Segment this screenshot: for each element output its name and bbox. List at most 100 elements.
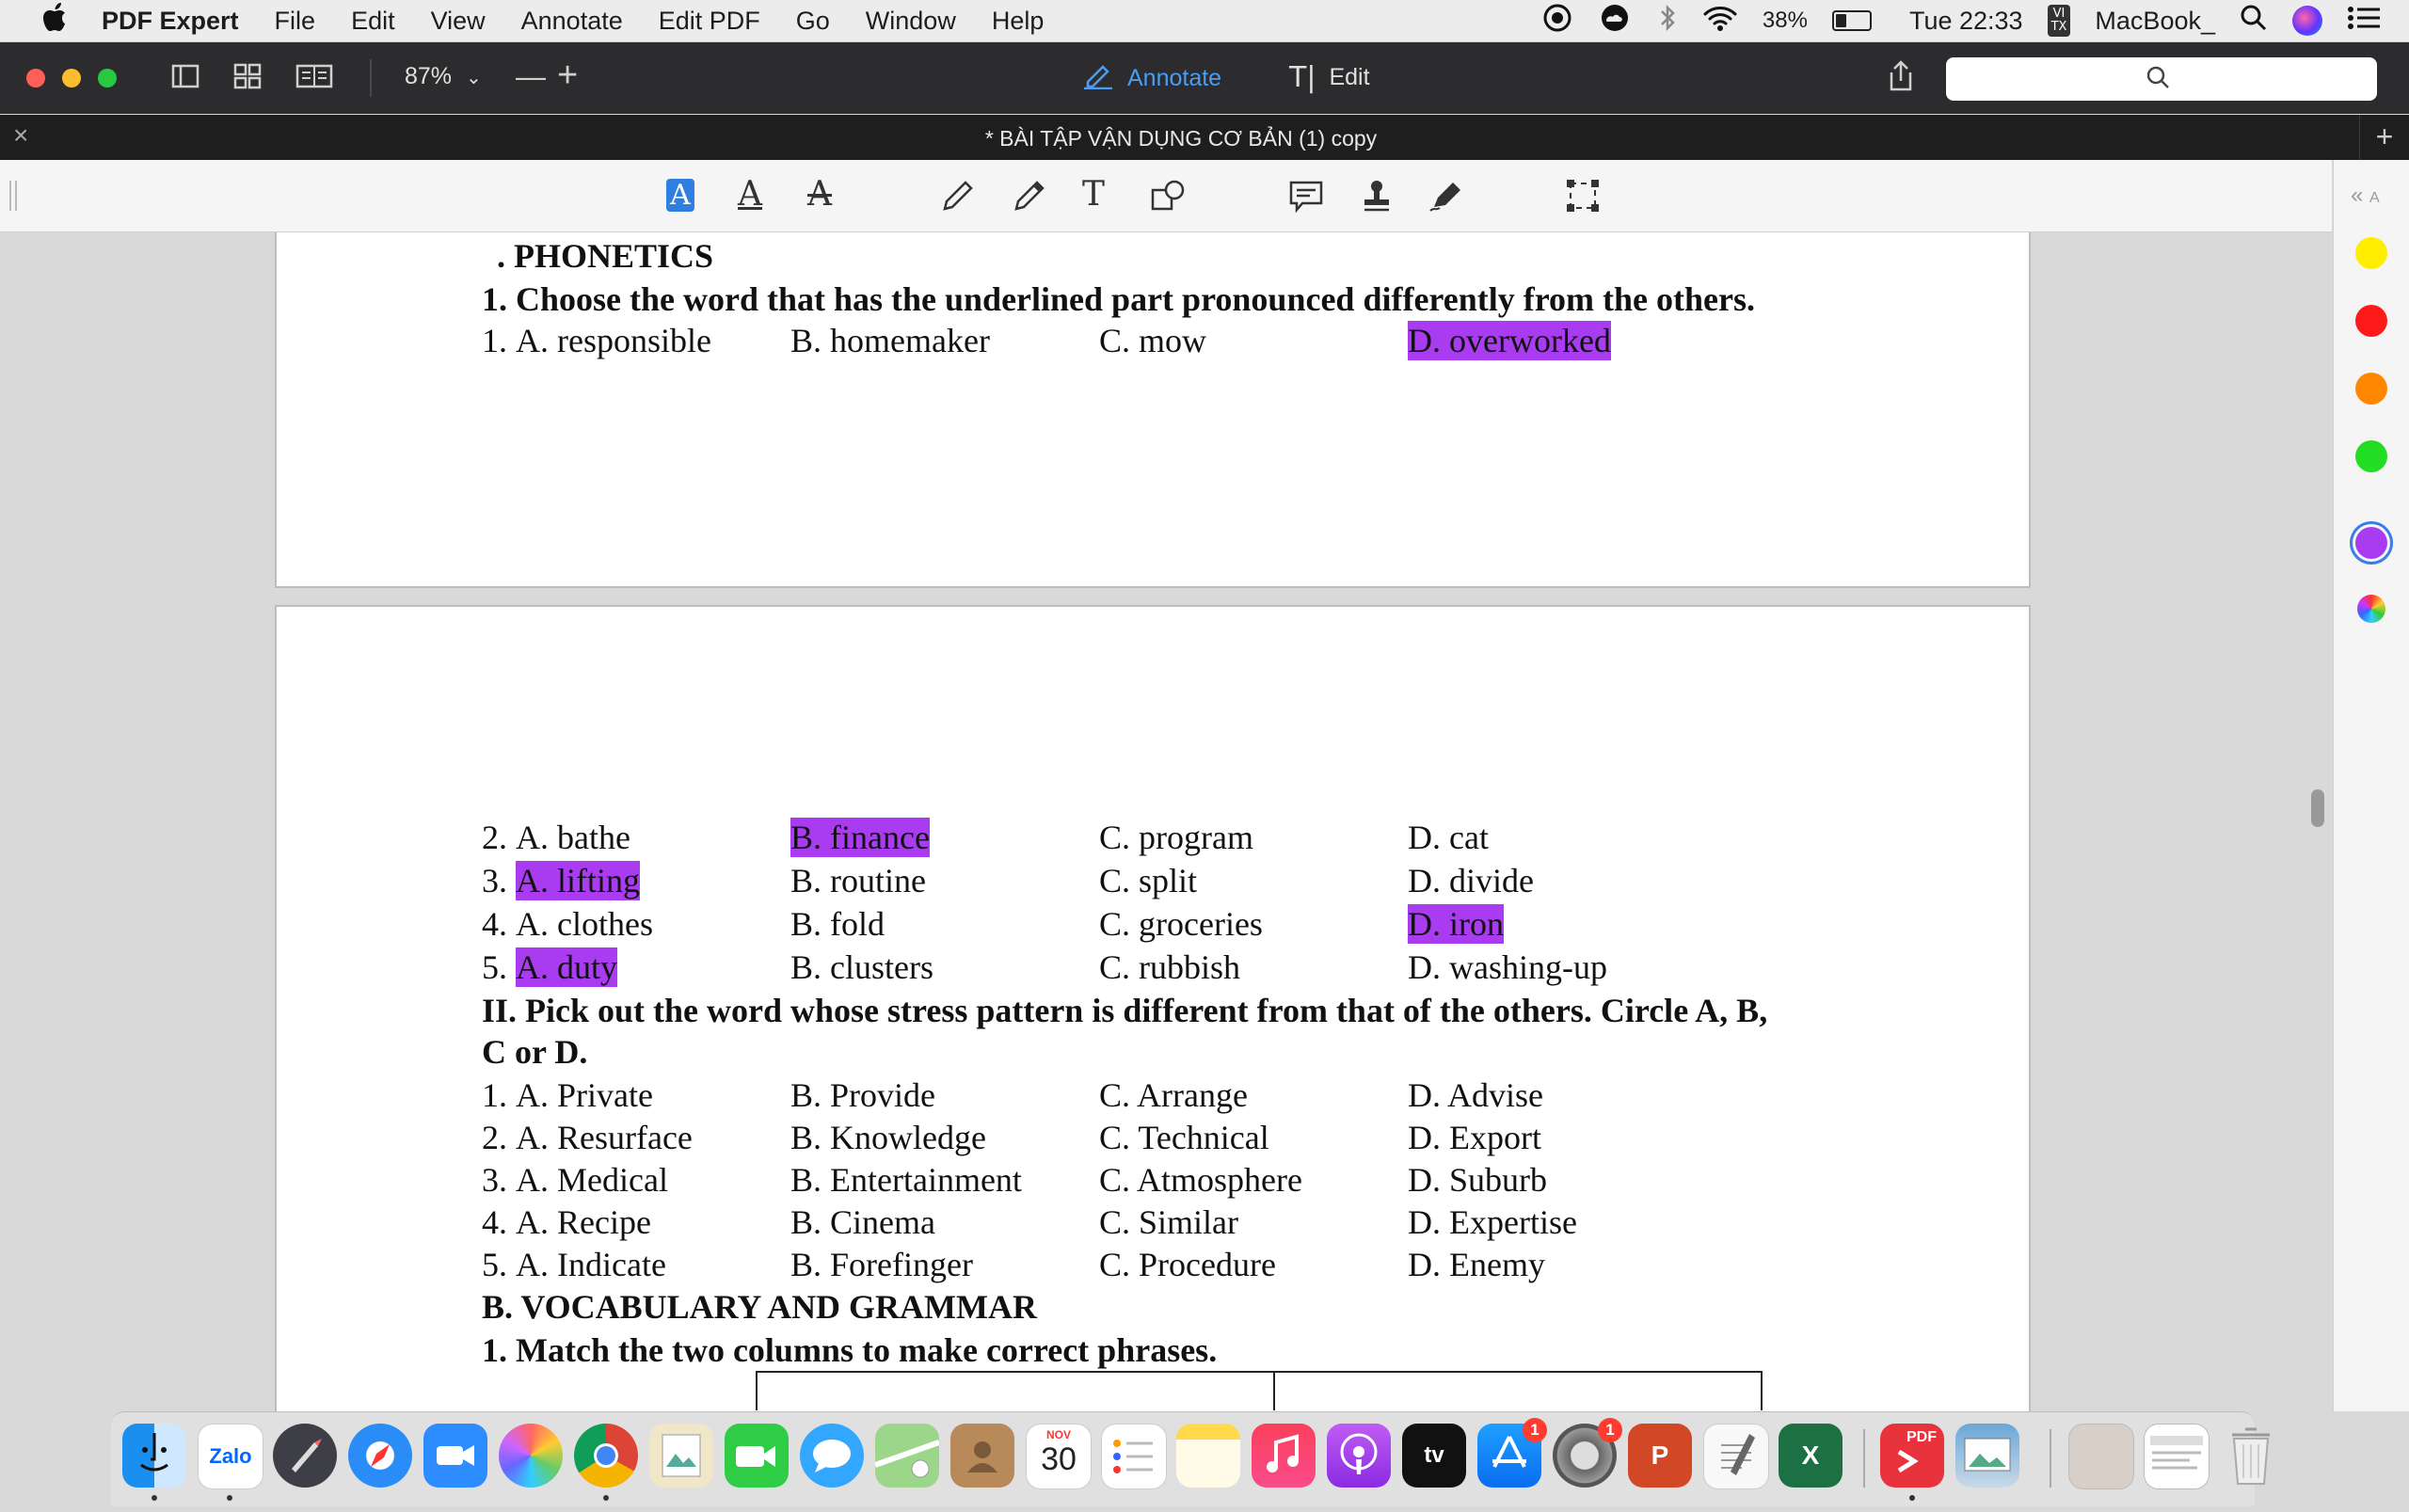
q1-option-c[interactable]: C. mow <box>1099 321 1206 360</box>
stress-q1-option-b[interactable]: B. Provide <box>790 1075 935 1115</box>
note-icon[interactable] <box>1289 181 1323 221</box>
vertical-scrollbar[interactable] <box>2311 789 2324 827</box>
q2-option-a[interactable]: A. bathe <box>516 818 630 857</box>
pencil-icon[interactable] <box>941 179 975 221</box>
stress-q1-option-c[interactable]: C. Arrange <box>1099 1075 1248 1115</box>
dock-pdf-expert-icon[interactable]: PDF <box>1880 1424 1944 1488</box>
zoom-in-button[interactable]: + <box>557 56 578 96</box>
dock-chrome-icon[interactable] <box>574 1424 638 1488</box>
dock-downloads-stack-icon[interactable] <box>2144 1424 2210 1489</box>
stress-q2-option-b[interactable]: B. Knowledge <box>790 1118 986 1157</box>
stress-q3-option-a[interactable]: A. Medical <box>516 1160 668 1200</box>
q3-option-b[interactable]: B. routine <box>790 861 926 900</box>
custom-color-icon[interactable] <box>2357 595 2385 623</box>
menu-file[interactable]: File <box>275 7 316 36</box>
dock-tv-icon[interactable]: tv <box>1402 1424 1466 1488</box>
area-select-icon[interactable] <box>1566 179 1600 221</box>
q4-option-b[interactable]: B. fold <box>790 904 885 944</box>
user-menu[interactable]: MacBook_ <box>2095 7 2215 36</box>
stress-q2-option-a[interactable]: A. Resurface <box>516 1118 693 1157</box>
stress-q3-option-c[interactable]: C. Atmosphere <box>1099 1160 1302 1200</box>
menu-go[interactable]: Go <box>796 7 830 36</box>
bluetooth-icon[interactable] <box>1657 4 1678 39</box>
text-underline-icon[interactable]: A <box>738 175 762 214</box>
q1-option-a[interactable]: A. responsible <box>516 321 711 360</box>
dock-preview-icon[interactable] <box>649 1424 713 1488</box>
dock-maps-icon[interactable] <box>874 1424 940 1488</box>
spotlight-search-icon[interactable] <box>2240 4 2268 39</box>
eraser-icon[interactable] <box>1013 179 1046 221</box>
edit-mode-button[interactable]: T| Edit <box>1289 61 1370 94</box>
stress-q3-option-d[interactable]: D. Suburb <box>1408 1160 1547 1200</box>
stamp-icon[interactable] <box>1361 179 1393 221</box>
dock-calendar-icon[interactable]: NOV 30 <box>1026 1424 1092 1489</box>
q5-option-d[interactable]: D. washing-up <box>1408 947 1607 987</box>
dock-zalo-icon[interactable]: Zalo <box>198 1424 263 1489</box>
creative-cloud-icon[interactable] <box>1597 3 1633 40</box>
dock-reminders-icon[interactable] <box>1101 1424 1167 1489</box>
q4-option-a[interactable]: A. clothes <box>516 904 653 944</box>
dock-excel-icon[interactable]: X <box>1779 1424 1843 1488</box>
color-swatch-yellow[interactable] <box>2355 237 2387 269</box>
text-tool-icon[interactable]: T <box>1082 175 1105 214</box>
dock-safari-icon[interactable] <box>348 1424 412 1488</box>
notification-center-icon[interactable] <box>2347 4 2381 39</box>
dock-facetime-icon[interactable] <box>725 1424 789 1488</box>
battery-icon[interactable] <box>1831 10 1872 31</box>
stress-q2-option-d[interactable]: D. Export <box>1408 1118 1541 1157</box>
q3-option-d[interactable]: D. divide <box>1408 861 1534 900</box>
dock-messages-icon[interactable] <box>800 1424 864 1488</box>
dock-finder-icon[interactable] <box>122 1424 186 1488</box>
stress-q1-option-d[interactable]: D. Advise <box>1408 1075 1543 1115</box>
stress-q4-option-a[interactable]: A. Recipe <box>516 1202 651 1242</box>
apple-menu-icon[interactable] <box>38 2 75 40</box>
dock-launchpad-icon[interactable] <box>273 1424 337 1488</box>
dock-powerpoint-icon[interactable]: P <box>1628 1424 1692 1488</box>
stress-q4-option-d[interactable]: D. Expertise <box>1408 1202 1577 1242</box>
menu-annotate[interactable]: Annotate <box>521 7 623 36</box>
minimize-window-button[interactable] <box>62 69 81 88</box>
dock-contacts-icon[interactable] <box>950 1424 1014 1488</box>
q4-option-c[interactable]: C. groceries <box>1099 904 1263 944</box>
dock-music-icon[interactable] <box>1252 1424 1316 1488</box>
shapes-icon[interactable] <box>1150 179 1188 221</box>
new-tab-button[interactable]: + <box>2359 115 2409 160</box>
document-tab-title[interactable]: * BÀI TẬP VẬN DỤNG CƠ BẢN (1) copy <box>0 126 2362 151</box>
q5-option-b[interactable]: B. clusters <box>790 947 933 987</box>
dock-textedit-icon[interactable] <box>1703 1424 1769 1489</box>
dock-trash-icon[interactable] <box>2219 1424 2283 1488</box>
stress-q2-option-c[interactable]: C. Technical <box>1099 1118 1269 1157</box>
text-highlight-icon[interactable]: A <box>666 179 694 212</box>
q5-option-a-highlighted[interactable]: A. duty <box>516 947 617 987</box>
stress-q5-option-b[interactable]: B. Forefinger <box>790 1245 973 1284</box>
reader-view-icon[interactable] <box>295 63 333 96</box>
q2-option-c[interactable]: C. program <box>1099 818 1253 857</box>
share-icon[interactable] <box>1888 59 1914 100</box>
wifi-icon[interactable] <box>1702 4 1738 39</box>
document-viewport[interactable]: . PHONETICS 1. Choose the word that has … <box>0 232 2332 1411</box>
input-source-icon[interactable]: VI TX <box>2047 5 2071 37</box>
dock-notes-icon[interactable] <box>1176 1424 1240 1488</box>
dock-zoom-icon[interactable] <box>423 1424 487 1488</box>
stress-q3-option-b[interactable]: B. Entertainment <box>790 1160 1022 1200</box>
q1-option-b[interactable]: B. homemaker <box>790 321 990 360</box>
menu-app-name[interactable]: PDF Expert <box>102 7 239 36</box>
dock-documents-stack-icon[interactable] <box>2068 1424 2134 1489</box>
color-swatch-green[interactable] <box>2355 440 2387 472</box>
sidebar-toggle-icon[interactable] <box>171 63 199 96</box>
collapse-panel-icon[interactable]: « A <box>2351 183 2380 209</box>
menu-edit[interactable]: Edit <box>351 7 395 36</box>
menu-view[interactable]: View <box>431 7 486 36</box>
q2-option-b-highlighted[interactable]: B. finance <box>790 818 930 857</box>
stress-q4-option-b[interactable]: B. Cinema <box>790 1202 935 1242</box>
q5-option-c[interactable]: C. rubbish <box>1099 947 1240 987</box>
panel-handle-icon[interactable] <box>9 181 17 211</box>
stress-q1-option-a[interactable]: A. Private <box>516 1075 653 1115</box>
close-window-button[interactable] <box>26 69 45 88</box>
signature-icon[interactable] <box>1428 179 1464 221</box>
stress-q5-option-a[interactable]: A. Indicate <box>516 1245 666 1284</box>
q1-option-d-highlighted[interactable]: D. overworked <box>1408 321 1611 360</box>
menu-edit-pdf[interactable]: Edit PDF <box>659 7 760 36</box>
stress-q4-option-c[interactable]: C. Similar <box>1099 1202 1238 1242</box>
annotate-mode-button[interactable]: Annotate <box>1082 61 1221 96</box>
